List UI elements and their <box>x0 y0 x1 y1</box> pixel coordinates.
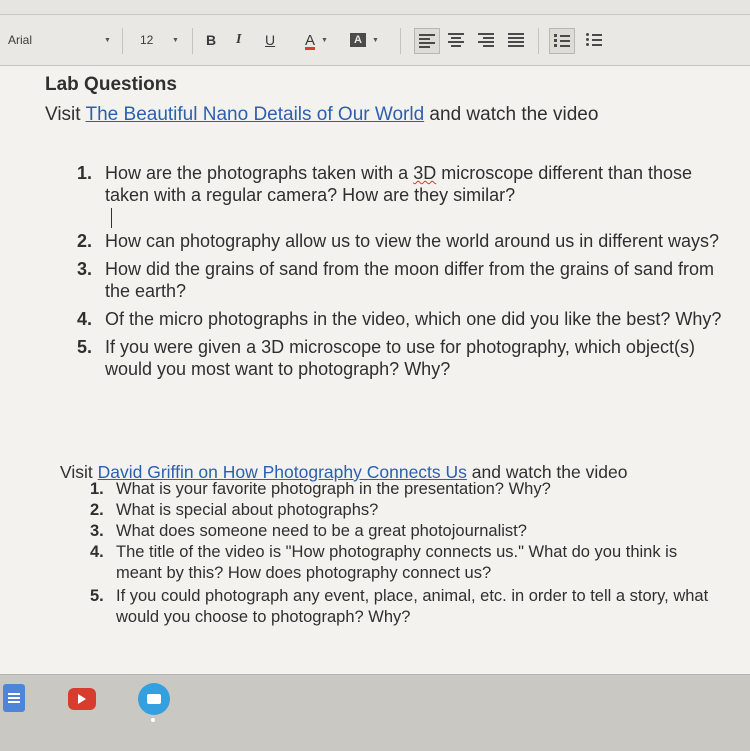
toolbar-divider <box>538 28 539 54</box>
chevron-down-icon: ▼ <box>321 36 328 44</box>
chevron-down-icon: ▼ <box>372 36 379 44</box>
numbered-list-button[interactable] <box>549 28 575 54</box>
text-color-icon: A <box>305 31 316 49</box>
list-item: 1. What is your favorite photograph in t… <box>90 480 551 498</box>
list-item: 4. The title of the video is "How photog… <box>90 543 678 582</box>
list-item: 5. If you could photograph any event, pl… <box>90 587 709 626</box>
italic-button[interactable]: I <box>236 15 241 65</box>
underline-button[interactable]: U <box>265 15 275 65</box>
spelling-flag[interactable]: 3D <box>413 163 436 183</box>
align-center-button[interactable] <box>444 28 468 52</box>
list-item: 2. How can photography allow us to view … <box>77 231 720 251</box>
font-size-caret-icon[interactable]: ▼ <box>172 15 179 65</box>
toolbar-divider <box>400 28 401 54</box>
align-left-button[interactable] <box>414 28 440 54</box>
list-item: 2. What is special about photographs? <box>90 501 379 519</box>
list-item: 1. How are the photographs taken with a … <box>77 162 735 228</box>
docs-icon[interactable] <box>3 684 25 712</box>
font-family-select[interactable]: Arial <box>8 15 32 65</box>
list-item: 3. What does someone need to be a great … <box>90 522 527 540</box>
taskbar <box>0 674 750 751</box>
files-icon[interactable] <box>138 683 170 715</box>
formatting-toolbar: Arial ▼ 12 ▼ B I U A ▼ A ▼ <box>0 15 750 66</box>
highlight-icon: A <box>350 33 366 47</box>
font-size-select[interactable]: 12 <box>140 15 153 65</box>
document-page[interactable]: Lab Questions Visit The Beautiful Nano D… <box>0 66 750 674</box>
menu-bar-edge <box>0 0 750 15</box>
section1-intro: Visit The Beautiful Nano Details of Our … <box>45 104 599 125</box>
bulleted-list-button[interactable] <box>582 28 606 52</box>
lab-questions-heading: Lab Questions <box>45 74 177 95</box>
toolbar-divider <box>192 28 193 54</box>
text-color-button[interactable]: A ▼ <box>305 15 328 65</box>
youtube-icon[interactable] <box>68 688 96 710</box>
list-item: 5. If you were given a 3D microscope to … <box>77 337 695 379</box>
section2-question-list: 1. What is your favorite photograph in t… <box>90 479 716 628</box>
align-right-button[interactable] <box>474 28 498 52</box>
nano-details-link[interactable]: The Beautiful Nano Details of Our World <box>86 104 425 125</box>
font-family-caret-icon[interactable]: ▼ <box>104 15 111 65</box>
bold-button[interactable]: B <box>206 15 216 65</box>
text-cursor <box>111 208 112 228</box>
active-app-indicator <box>151 718 155 722</box>
highlight-color-button[interactable]: A ▼ <box>350 15 379 65</box>
section1-question-list: 1. How are the photographs taken with a … <box>77 162 735 386</box>
list-item: 4. Of the micro photographs in the video… <box>77 309 722 329</box>
justify-button[interactable] <box>504 28 528 52</box>
list-item: 3. How did the grains of sand from the m… <box>77 259 714 301</box>
toolbar-divider <box>122 28 123 54</box>
